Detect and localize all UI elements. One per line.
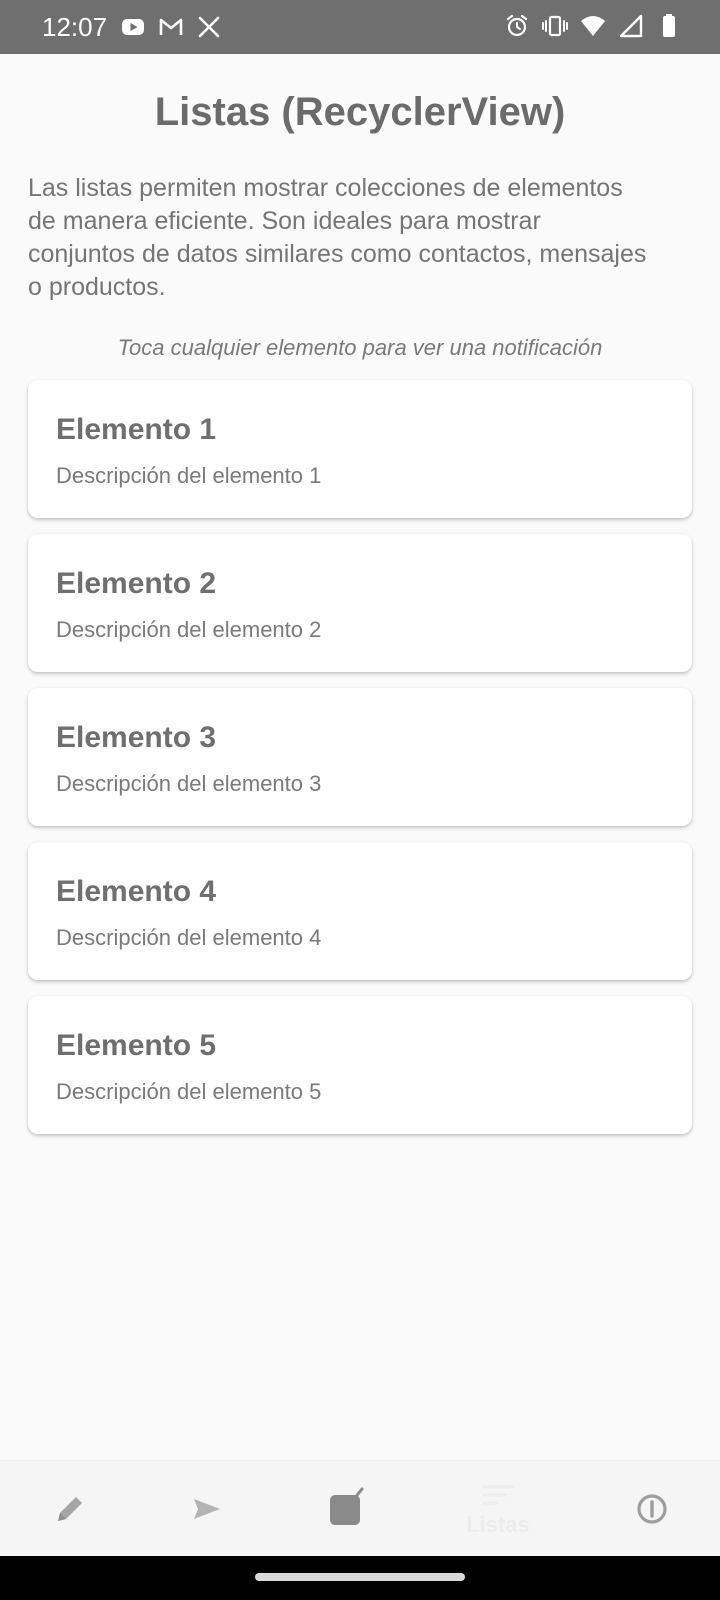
signal-icon (619, 14, 643, 38)
alarm-icon (506, 14, 528, 37)
youtube-icon (122, 19, 144, 35)
nav-item-edit[interactable] (0, 1461, 140, 1557)
page-title: Listas (RecyclerView) (154, 90, 566, 134)
system-navigation-bar (0, 1556, 720, 1600)
status-bar: 12:07 (0, 0, 720, 54)
list-item-title: Elemento 5 (56, 1029, 217, 1062)
pencil-icon (58, 1497, 82, 1521)
home-gesture-handle[interactable] (255, 1573, 465, 1581)
page-description: Las listas permiten mostrar colecciones … (28, 174, 647, 301)
notification-icons (120, 14, 222, 40)
checkbox-icon (330, 1487, 364, 1525)
tap-hint: Toca cualquier elemento para ver una not… (117, 335, 603, 360)
list-item[interactable]: Elemento 3 Descripción del elemento 3 (28, 688, 692, 826)
vibrate-icon (542, 15, 568, 37)
send-icon (194, 1499, 220, 1519)
list-item-title: Elemento 1 (56, 413, 217, 446)
nav-item-listas[interactable]: Listas (428, 1461, 568, 1557)
gmail-icon (159, 18, 183, 35)
nav-item-checkbox[interactable] (276, 1461, 416, 1557)
nav-item-info[interactable] (582, 1461, 720, 1557)
bottom-navigation: Listas (0, 1460, 720, 1557)
wifi-icon (581, 16, 605, 36)
list-item-title: Elemento 2 (56, 567, 217, 600)
recycler-list[interactable]: Elemento 1 Descripción del elemento 1 El… (28, 380, 692, 1150)
x-icon (198, 16, 220, 38)
list-item-title: Elemento 4 (56, 875, 217, 908)
list-item[interactable]: Elemento 1 Descripción del elemento 1 (28, 380, 692, 518)
list-item-description: Descripción del elemento 5 (56, 1079, 322, 1104)
list-item[interactable]: Elemento 4 Descripción del elemento 4 (28, 842, 692, 980)
list-icon (482, 1485, 514, 1505)
list-item-title: Elemento 3 (56, 721, 217, 754)
list-item-description: Descripción del elemento 3 (56, 771, 322, 796)
list-item-description: Descripción del elemento 1 (56, 463, 322, 488)
status-time: 12:07 (42, 12, 108, 42)
list-item[interactable]: Elemento 5 Descripción del elemento 5 (28, 996, 692, 1134)
nav-label-listas: Listas (466, 1512, 530, 1537)
list-item-description: Descripción del elemento 2 (56, 617, 322, 642)
list-item-description: Descripción del elemento 4 (56, 925, 322, 950)
list-item[interactable]: Elemento 2 Descripción del elemento 2 (28, 534, 692, 672)
nav-item-send[interactable] (136, 1461, 276, 1557)
battery-icon (663, 14, 675, 37)
info-icon (637, 1494, 667, 1524)
system-icons (504, 13, 682, 39)
